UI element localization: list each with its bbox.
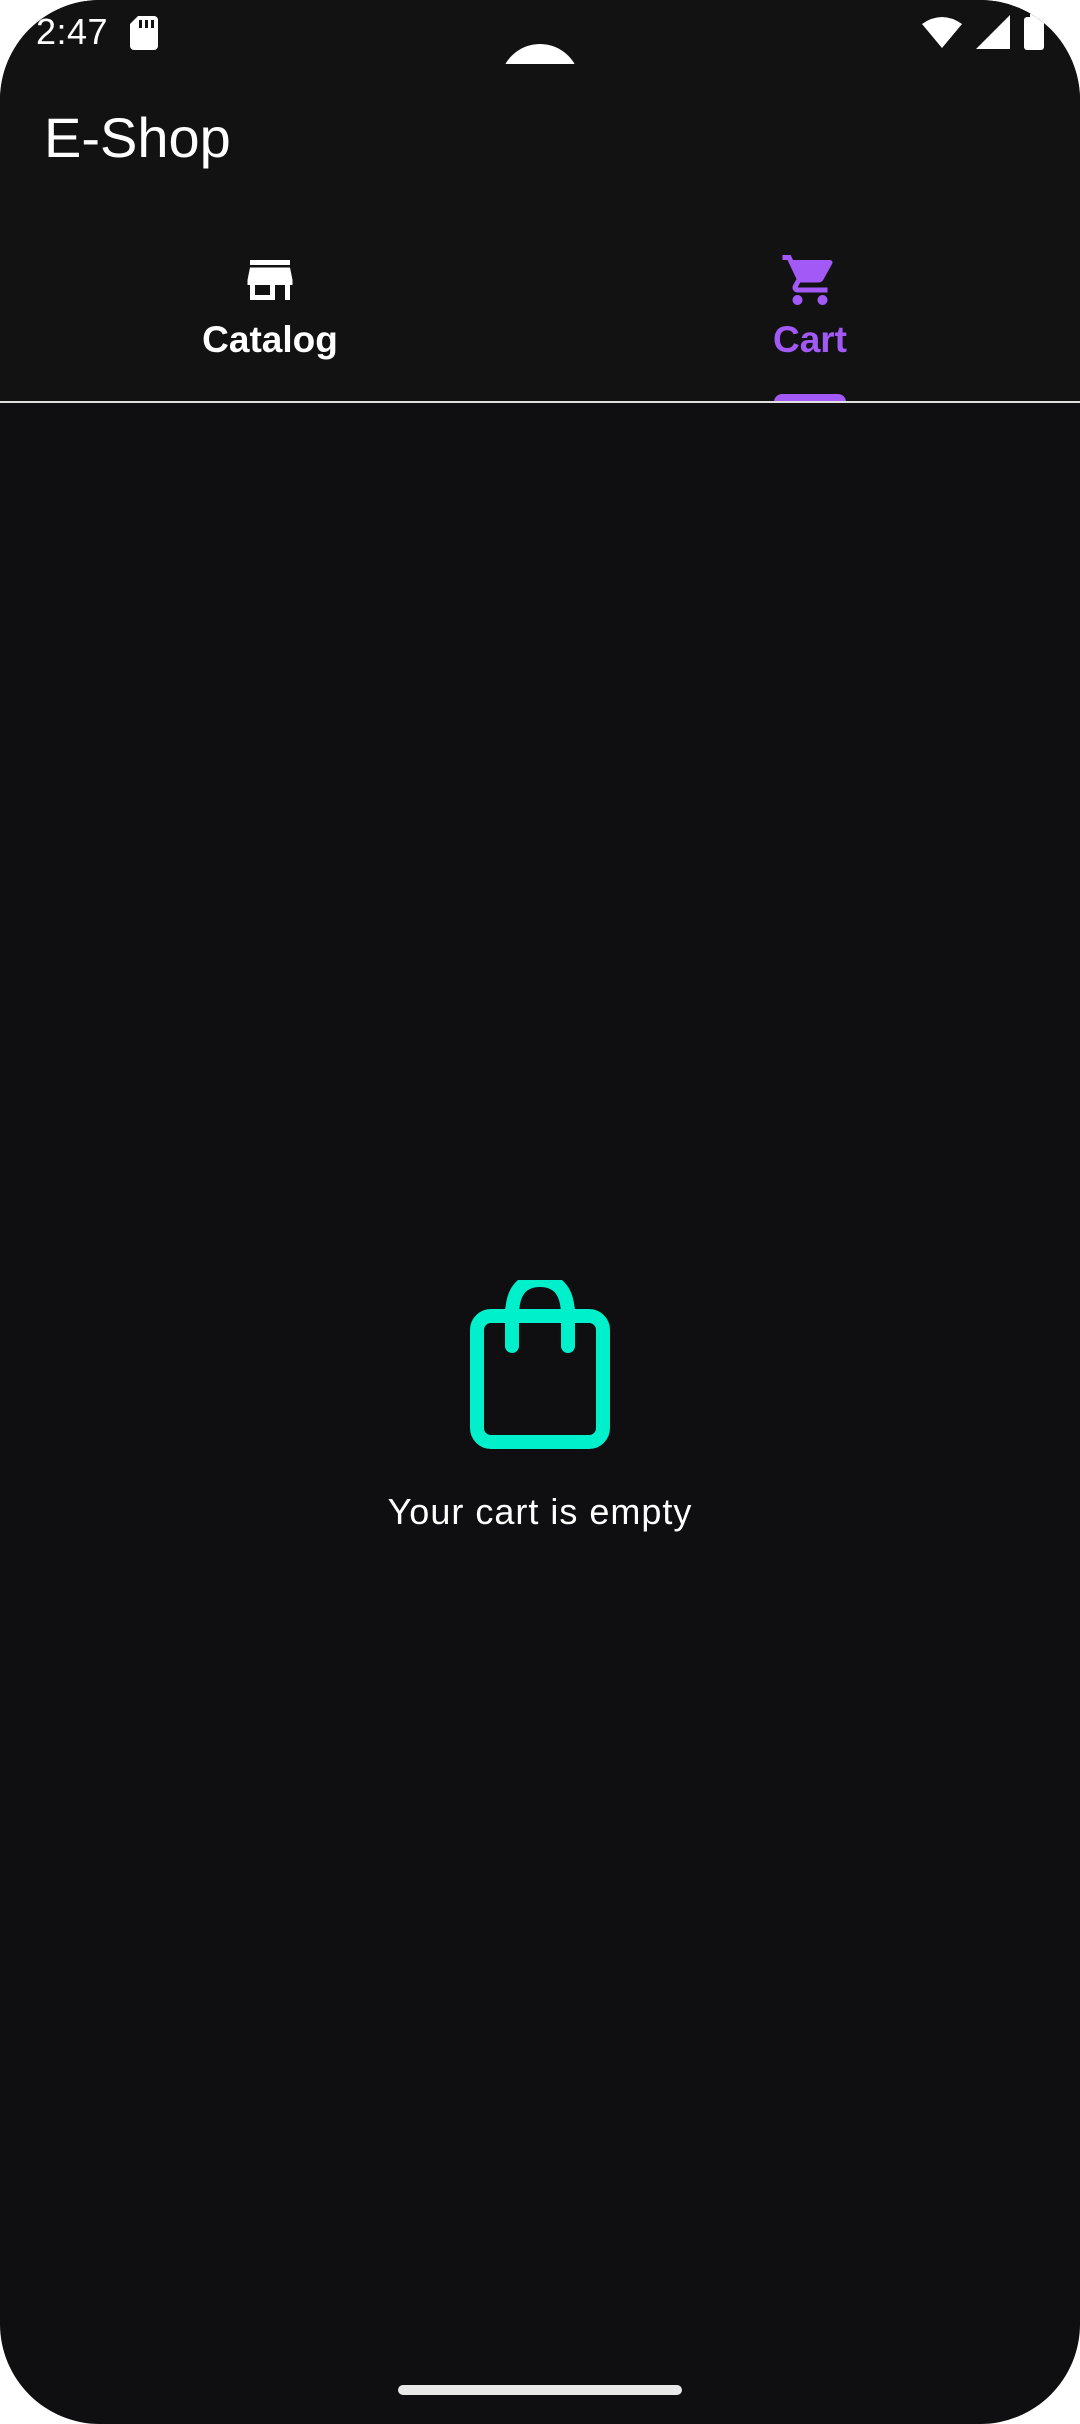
store-icon [247,260,293,300]
tab-bar: Catalog Cart [0,208,1080,402]
empty-cart-state: Your cart is empty [0,1280,1080,1534]
battery-icon [1024,14,1044,50]
tab-catalog[interactable]: Catalog [0,208,540,402]
empty-cart-message: Your cart is empty [387,1491,693,1532]
status-icons [922,12,1044,52]
tab-bar-divider [0,401,1080,403]
signal-icon [976,15,1010,49]
status-time: 2:47 [36,11,109,52]
tab-cart[interactable]: Cart [540,208,1080,402]
home-indicator[interactable] [398,2385,682,2395]
shopping-bag-icon [470,1280,610,1449]
app-title: E-Shop [44,106,231,169]
cart-icon [782,255,833,305]
tab-label-catalog: Catalog [202,319,338,360]
wifi-icon [922,17,962,48]
sd-card-icon [130,16,158,50]
app-bar: E-Shop [0,64,1080,208]
tab-label-cart: Cart [772,319,848,360]
device-frame: 2:47 E-Shop Catalog Cart Your cart is em… [0,0,1080,2424]
